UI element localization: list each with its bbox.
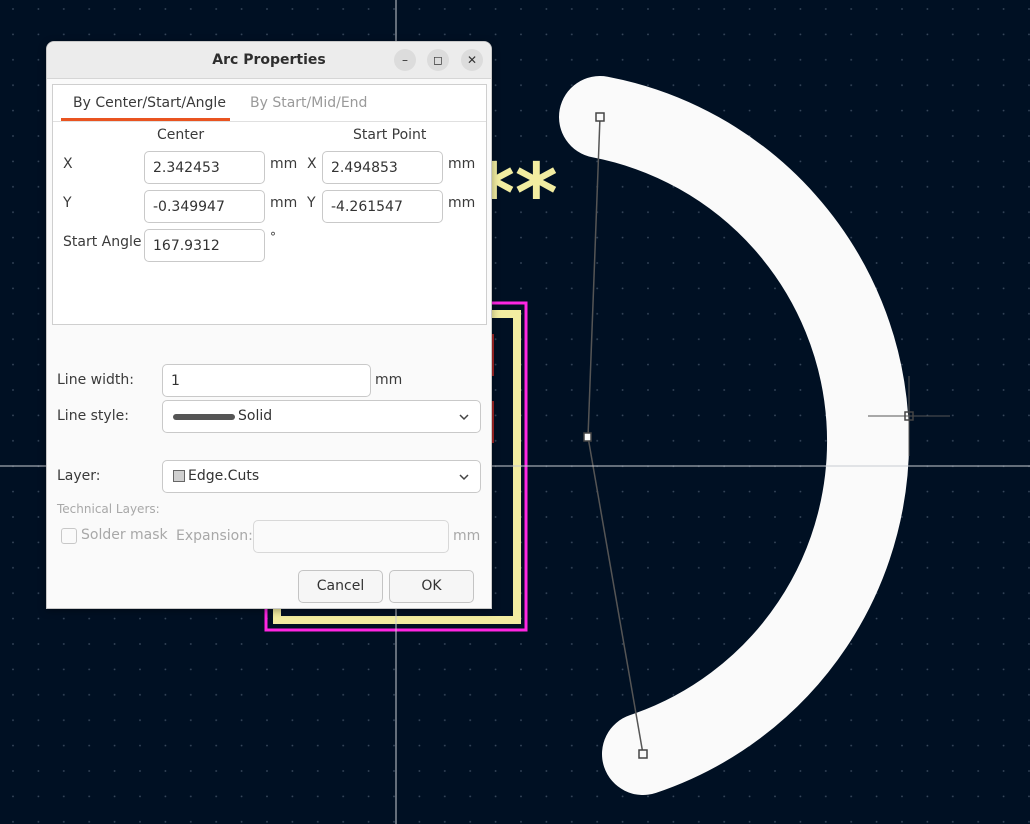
line-width-input[interactable] xyxy=(162,364,371,397)
arc-start-handle[interactable] xyxy=(595,112,605,122)
start-y-label: Y xyxy=(307,195,316,211)
tab-by-center-start-angle[interactable]: By Center/Start/Angle xyxy=(73,85,226,121)
start-angle-label: Start Angle xyxy=(63,234,142,250)
center-heading: Center xyxy=(157,127,205,143)
close-icon: ✕ xyxy=(466,53,478,67)
expansion-input[interactable] xyxy=(253,520,449,553)
solder-mask-label: Solder mask xyxy=(81,527,168,543)
start-point-heading: Start Point xyxy=(353,127,427,143)
center-x-input[interactable] xyxy=(144,151,265,184)
minimize-icon: – xyxy=(402,53,408,67)
minimize-button[interactable]: – xyxy=(394,49,416,71)
start-angle-unit: ° xyxy=(270,230,276,244)
line-width-unit: mm xyxy=(375,372,403,388)
layer-label: Layer: xyxy=(57,468,101,484)
start-x-label: X xyxy=(307,156,317,172)
expansion-unit: mm xyxy=(453,528,481,544)
center-y-input[interactable] xyxy=(144,190,265,223)
start-y-unit: mm xyxy=(448,195,476,211)
line-width-label: Line width: xyxy=(57,372,134,388)
ok-button[interactable]: OK xyxy=(389,570,474,603)
close-button[interactable]: ✕ xyxy=(461,49,483,71)
line-style-value: Solid xyxy=(238,408,273,424)
chevron-down-icon xyxy=(459,474,469,481)
arc-geometry-panel: By Center/Start/Angle By Start/Mid/End C… xyxy=(52,84,487,325)
line-style-label: Line style: xyxy=(57,408,129,424)
expansion-label: Expansion: xyxy=(176,528,253,544)
layer-select[interactable]: Edge.Cuts xyxy=(162,460,481,493)
center-x-unit: mm xyxy=(270,156,298,172)
chevron-down-icon xyxy=(459,414,469,421)
dialog-titlebar[interactable]: Arc Properties – ◻ ✕ xyxy=(47,42,491,79)
technical-layers-heading: Technical Layers: xyxy=(57,502,160,516)
line-style-select[interactable]: Solid xyxy=(162,400,481,433)
start-y-input[interactable] xyxy=(322,190,443,223)
start-x-input[interactable] xyxy=(322,151,443,184)
arc-end-handle[interactable] xyxy=(638,749,648,759)
center-x-label: X xyxy=(63,156,73,172)
start-angle-input[interactable] xyxy=(144,229,265,262)
arc-properties-dialog: Arc Properties – ◻ ✕ By Center/Start/Ang… xyxy=(46,41,492,609)
solder-mask-checkbox[interactable] xyxy=(61,528,77,544)
tab-by-start-mid-end[interactable]: By Start/Mid/End xyxy=(250,85,367,121)
cancel-button[interactable]: Cancel xyxy=(298,570,383,603)
layer-value: Edge.Cuts xyxy=(188,468,260,484)
maximize-icon: ◻ xyxy=(433,53,443,67)
center-y-label: Y xyxy=(63,195,72,211)
layer-color-swatch xyxy=(173,470,185,482)
arc-mid-handle[interactable] xyxy=(583,432,592,442)
tab-divider xyxy=(53,121,486,122)
maximize-button[interactable]: ◻ xyxy=(427,49,449,71)
line-style-swatch xyxy=(173,414,235,420)
dialog-title: Arc Properties xyxy=(212,52,326,68)
start-x-unit: mm xyxy=(448,156,476,172)
center-y-unit: mm xyxy=(270,195,298,211)
